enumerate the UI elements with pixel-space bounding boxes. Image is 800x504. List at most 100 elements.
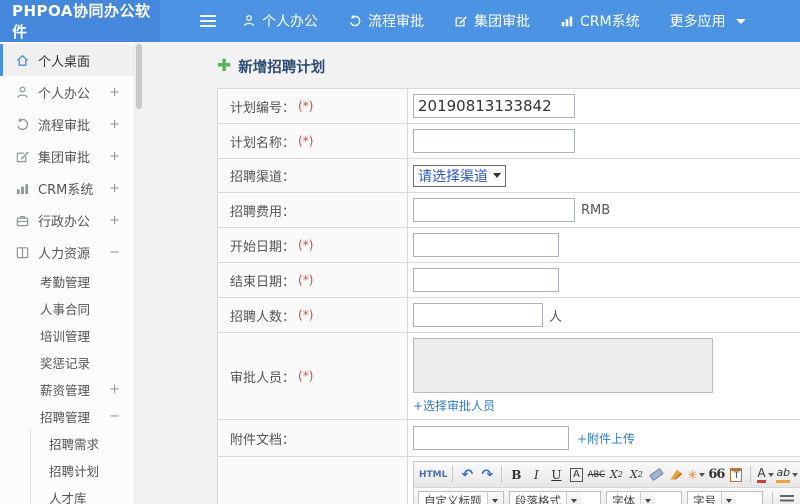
field-label: 审批人员： <box>230 370 296 386</box>
nav-personal-office[interactable]: 个人办公 <box>242 11 318 31</box>
sidebar-item-salary[interactable]: 薪资管理 + <box>0 376 134 403</box>
hamburger-menu-icon[interactable] <box>200 15 216 27</box>
plan-number-input[interactable] <box>413 94 575 118</box>
form-row-approvers: 审批人员： (*) +选择审批人员 <box>218 333 800 420</box>
strikethrough-button[interactable]: ABC <box>587 465 605 485</box>
undo-arrow-icon <box>348 14 362 28</box>
underline-button[interactable]: U <box>547 465 565 485</box>
upload-attachment-link[interactable]: +附件上传 <box>577 430 635 447</box>
bar-chart-icon <box>560 14 574 28</box>
sidebar-item-workflow-approval[interactable]: 流程审批 + <box>0 108 134 140</box>
paste-button[interactable]: T <box>727 465 745 485</box>
font-color-button[interactable]: A <box>756 465 774 485</box>
sidebar-item-group-approval[interactable]: 集团审批 + <box>0 140 134 172</box>
form-row-headcount: 招聘人数： (*) 人 <box>218 298 800 333</box>
channel-select[interactable]: 请选择渠道 <box>413 164 506 187</box>
field-label: 招聘费用： <box>230 204 296 220</box>
field-label: 计划编号： <box>230 100 296 116</box>
select-arrow-icon <box>493 173 501 178</box>
approvers-textarea[interactable] <box>413 338 713 393</box>
editor-toolbar-row1: HTML ↶ ↷ B I U A ABC X2 X2 ✳ 66 T A ab <box>414 462 800 488</box>
html-source-button[interactable]: HTML <box>419 465 447 485</box>
eraser-button[interactable] <box>647 465 665 485</box>
end-date-input[interactable] <box>413 268 559 292</box>
superscript-button[interactable]: X2 <box>607 465 625 485</box>
undo-arrow-icon <box>14 116 30 132</box>
sidebar-item-recruit-demand[interactable]: 招聘需求 <box>31 430 134 457</box>
field-label: 结束日期： <box>230 274 296 290</box>
font-family-select[interactable]: 字体 <box>606 490 682 504</box>
edit-icon <box>454 14 468 28</box>
sidebar-item-recruit-plan[interactable]: 招聘计划 <box>31 457 134 484</box>
undo-button[interactable]: ↶ <box>458 465 476 485</box>
top-nav: 个人办公 流程审批 集团审批 CRM系统 更多应用 <box>160 0 800 42</box>
eraser-icon <box>649 467 664 482</box>
blockquote-button[interactable]: 66 <box>707 465 725 485</box>
sidebar-item-talent-pool[interactable]: 人才库 <box>31 484 134 504</box>
app-brand: PHPOA协同办公软件 <box>0 0 160 42</box>
select-arrow-icon <box>486 491 502 504</box>
align-left-button[interactable] <box>778 491 796 504</box>
auto-typeset-button[interactable]: ✳ <box>687 465 706 485</box>
sidebar-item-crm[interactable]: CRM系统 + <box>0 172 134 204</box>
italic-button[interactable]: I <box>527 465 545 485</box>
collapse-minus[interactable]: − <box>109 409 120 424</box>
sidebar-item-desktop[interactable]: 个人桌面 <box>0 44 134 76</box>
highlight-color-button[interactable]: ab <box>776 465 799 485</box>
expand-plus[interactable]: + <box>109 382 120 397</box>
expand-plus[interactable]: + <box>109 117 120 132</box>
font-name-button[interactable]: A <box>567 465 585 485</box>
align-left-icon <box>780 495 794 504</box>
font-size-select[interactable]: 字号 <box>687 490 763 504</box>
nav-crm-system[interactable]: CRM系统 <box>560 11 640 31</box>
nav-more-apps[interactable]: 更多应用 <box>670 11 746 31</box>
currency-suffix: RMB <box>581 202 611 218</box>
clipboard-icon: T <box>730 467 743 482</box>
sidebar-item-personal-office[interactable]: 个人办公 + <box>0 76 134 108</box>
redo-button[interactable]: ↷ <box>478 465 496 485</box>
heading-select[interactable]: 自定义标题 <box>418 490 504 504</box>
sidebar-item-attendance[interactable]: 考勤管理 <box>0 268 134 295</box>
top-bar: PHPOA协同办公软件 个人办公 流程审批 集团审批 CRM系统 更多应用 <box>0 0 800 42</box>
cost-input[interactable] <box>413 198 575 222</box>
book-icon <box>14 244 30 260</box>
start-date-input[interactable] <box>413 233 559 257</box>
sidebar-item-hr-contract[interactable]: 人事合同 <box>0 295 134 322</box>
main-content: ✚ 新增招聘计划 计划编号： (*) 计划名称： (*) <box>143 42 800 504</box>
sidebar-item-admin-office[interactable]: 行政办公 + <box>0 204 134 236</box>
bold-button[interactable]: B <box>507 465 525 485</box>
recruit-plan-form: 计划编号： (*) 计划名称： (*) 招聘渠道： <box>217 88 800 504</box>
nav-workflow-approval[interactable]: 流程审批 <box>348 11 424 31</box>
form-row-cost: 招聘费用： RMB <box>218 193 800 228</box>
nav-group-approval[interactable]: 集团审批 <box>454 11 530 31</box>
sidebar-item-rewards[interactable]: 奖惩记录 <box>0 349 134 376</box>
page-title: ✚ 新增招聘计划 <box>217 55 326 76</box>
scrollbar-thumb[interactable] <box>136 44 142 109</box>
subscript-button[interactable]: X2 <box>627 465 645 485</box>
sidebar-scrollbar[interactable] <box>135 42 143 504</box>
headcount-input[interactable] <box>413 303 543 327</box>
expand-plus[interactable]: + <box>109 85 120 100</box>
sidebar-item-hr[interactable]: 人力资源 − <box>0 236 134 268</box>
expand-plus[interactable]: + <box>109 149 120 164</box>
sidebar: 个人桌面 个人办公 + 流程审批 + 集团审批 + CRM系统 + 行政办公 +… <box>0 42 135 504</box>
required-mark: (*) <box>298 273 314 287</box>
paragraph-format-select[interactable]: 段落格式 <box>509 490 601 504</box>
select-approvers-link[interactable]: +选择审批人员 <box>413 397 495 414</box>
attachment-input[interactable] <box>413 426 569 450</box>
required-mark: (*) <box>298 369 314 383</box>
plan-name-input[interactable] <box>413 129 575 153</box>
expand-plus[interactable]: + <box>109 213 120 228</box>
sidebar-item-training[interactable]: 培训管理 <box>0 322 134 349</box>
form-row-plan-name: 计划名称： (*) <box>218 124 800 159</box>
collapse-minus[interactable]: − <box>109 245 120 260</box>
expand-plus[interactable]: + <box>109 181 120 196</box>
rich-text-editor: HTML ↶ ↷ B I U A ABC X2 X2 ✳ 66 T A ab 自… <box>413 461 800 504</box>
recruit-submenu: 招聘需求 招聘计划 人才库 <box>30 430 134 504</box>
form-row-end-date: 结束日期： (*) <box>218 263 800 298</box>
user-icon <box>242 14 256 28</box>
required-mark: (*) <box>298 238 314 252</box>
format-painter-button[interactable] <box>667 465 685 485</box>
sidebar-item-recruit-mgmt[interactable]: 招聘管理 − <box>0 403 134 430</box>
user-icon <box>14 84 30 100</box>
